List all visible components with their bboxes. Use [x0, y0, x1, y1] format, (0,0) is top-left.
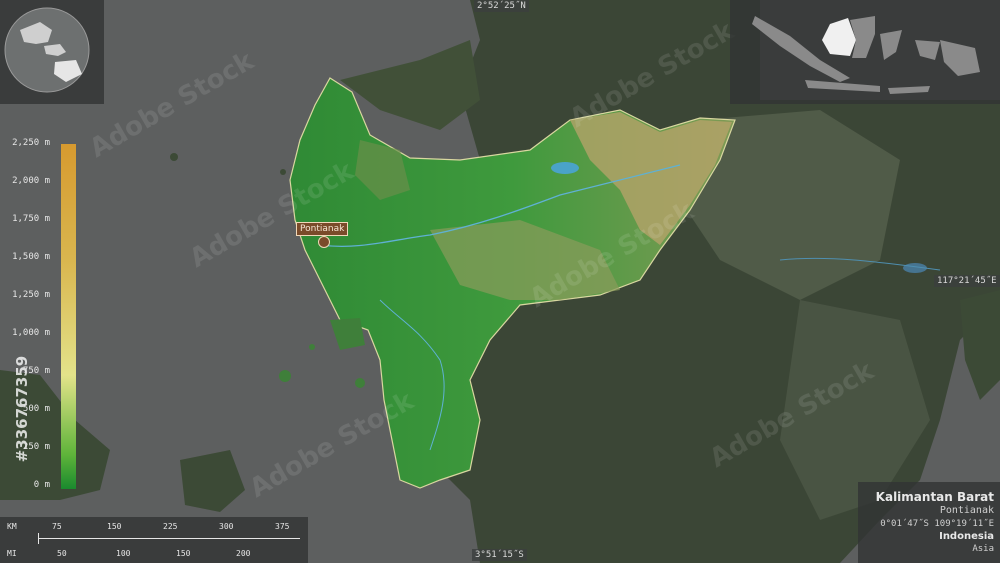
globe-icon	[4, 7, 90, 93]
lake	[551, 162, 579, 174]
region-info-box: Kalimantan Barat Pontianak 0°01´47˝S 109…	[858, 482, 1000, 563]
country-inset	[730, 0, 1000, 104]
elev-tick-7: 500 m	[22, 404, 50, 414]
scale-mi-tick-2: 150	[176, 549, 191, 558]
elev-tick-0: 2,250 m	[12, 138, 50, 148]
scale-km-tick-3: 300	[219, 522, 234, 531]
coord-bottom: 3°51´15˝S	[472, 549, 527, 561]
globe-inset	[0, 0, 104, 104]
coord-right: 117°21´45˝E	[934, 275, 1000, 287]
elev-tick-9: 0 m	[33, 480, 50, 490]
region-name: Kalimantan Barat	[875, 490, 994, 504]
islet-4	[280, 169, 286, 175]
capital-coords: 0°01´47˝S 109°19´11˝E	[880, 519, 994, 529]
scale-mi-tick-0: 50	[57, 549, 67, 558]
city-marker-icon	[318, 236, 330, 248]
indonesia-locator-icon	[752, 16, 980, 94]
elev-tick-4: 1,250 m	[12, 290, 50, 300]
elev-tick-2: 1,750 m	[12, 214, 50, 224]
scale-mi-label: MI	[7, 549, 17, 558]
scale-km-tick-1: 150	[107, 522, 122, 531]
elev-tick-3: 1,500 m	[12, 252, 50, 262]
scale-km-tick-2: 225	[163, 522, 178, 531]
continent-name: Asia	[972, 544, 994, 554]
elev-tick-8: 250 m	[22, 442, 50, 452]
elevation-legend: 2,250 m 2,000 m 1,750 m 1,500 m 1,250 m …	[0, 138, 80, 490]
islet-1	[279, 370, 291, 382]
scale-km-tick-0: 75	[52, 522, 62, 531]
scale-line-cap-left	[38, 533, 39, 544]
islet-3	[170, 153, 178, 161]
scale-bar: KM 75 150 225 300 375 MI 50 100 150 200	[0, 517, 308, 563]
city-label: Pontianak	[296, 222, 349, 236]
scale-km-label: KM	[7, 522, 17, 531]
elevation-color-bar	[61, 144, 76, 489]
capital-name: Pontianak	[939, 505, 994, 516]
scale-km-tick-4: 375	[275, 522, 290, 531]
islet-5	[355, 378, 365, 388]
elev-tick-1: 2,000 m	[12, 176, 50, 186]
coord-top: 2°52´25˝N	[474, 0, 529, 12]
scale-line	[38, 538, 300, 539]
elev-tick-6: 750 m	[22, 366, 50, 376]
country-name: Indonesia	[939, 531, 994, 542]
scale-mi-tick-1: 100	[116, 549, 131, 558]
scale-mi-tick-3: 200	[236, 549, 251, 558]
elev-tick-5: 1,000 m	[12, 328, 50, 338]
islet-2	[309, 344, 315, 350]
